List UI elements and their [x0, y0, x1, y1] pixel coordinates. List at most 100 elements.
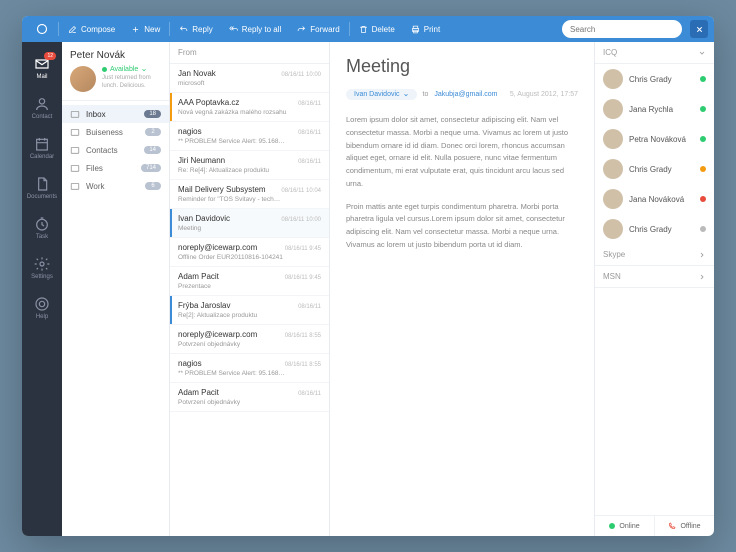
message-from: Frýba Jaroslav	[178, 301, 230, 310]
folder-buiseness[interactable]: Buiseness2	[62, 123, 169, 141]
message-item[interactable]: nagios08/16/11 8:55** PROBLEM Service Al…	[170, 354, 329, 383]
online-filter-button[interactable]: Online	[595, 516, 654, 536]
message-from: Adam Pacit	[178, 388, 219, 397]
chevron-down-icon	[403, 92, 409, 98]
forward-button[interactable]: Forward	[290, 16, 346, 42]
message-item[interactable]: Adam Pacit08/16/11Potvrzení objednávky	[170, 383, 329, 412]
message-item[interactable]: noreply@icewarp.com08/16/11 8:55Potvrzen…	[170, 325, 329, 354]
contact-item[interactable]: Chris Grady	[595, 214, 714, 244]
reply-all-button[interactable]: Reply to all	[222, 16, 289, 42]
app-logo-icon	[28, 23, 56, 35]
message-time: 08/16/11 8:55	[285, 333, 321, 339]
message-time: 08/16/11	[298, 159, 321, 165]
contact-name: Jana Nováková	[629, 195, 684, 204]
close-button[interactable]	[690, 20, 708, 38]
message-time: 08/16/11 9:45	[285, 275, 321, 281]
message-list-header: From	[170, 42, 329, 64]
folder-count: 714	[141, 164, 161, 172]
app-window: Compose New Reply Reply to all Forward D…	[22, 16, 714, 536]
message-from: Ivan Davidovic	[178, 214, 230, 223]
to-email[interactable]: Jakubja@gmail.com	[434, 91, 497, 98]
contact-item[interactable]: Chris Grady	[595, 64, 714, 94]
print-button[interactable]: Print	[404, 16, 447, 42]
folder-count: 6	[145, 182, 161, 190]
folder-work[interactable]: Work6	[62, 177, 169, 195]
rail-documents[interactable]: Documents	[22, 168, 62, 208]
message-list: From Jan Novak08/16/11 10:00microsoftAAA…	[170, 42, 330, 536]
message-body-para: Lorem ipsum dolor sit amet, consectetur …	[346, 114, 578, 191]
message-item[interactable]: Jan Novak08/16/11 10:00microsoft	[170, 64, 329, 93]
message-subject: Potvrzení objednávky	[178, 399, 321, 406]
message-item[interactable]: Ivan Davidovic08/16/11 10:00Meeting	[170, 209, 329, 238]
message-item[interactable]: nagios08/16/11** PROBLEM Service Alert: …	[170, 122, 329, 151]
status-indicator[interactable]: Available	[102, 66, 161, 73]
rail-settings[interactable]: Settings	[22, 248, 62, 288]
message-from: Adam Pacit	[178, 272, 219, 281]
message-item[interactable]: Mail Delivery Subsystem08/16/11 10:04Rem…	[170, 180, 329, 209]
contact-name: Jana Rychla	[629, 105, 673, 114]
folder-inbox[interactable]: Inbox18	[62, 105, 169, 123]
chevron-right-icon	[698, 273, 706, 281]
message-date: 5, August 2012, 17:57	[510, 91, 578, 98]
chevron-down-icon	[698, 49, 706, 57]
message-subject: Re[2]: Aktualizace produktu	[178, 312, 321, 319]
help-icon	[34, 296, 50, 312]
rail-contact[interactable]: Contact	[22, 88, 62, 128]
settings-icon	[34, 256, 50, 272]
search-input[interactable]	[562, 20, 682, 38]
folder-icon	[70, 109, 80, 119]
presence-dot	[700, 196, 706, 202]
contact-item[interactable]: Jana Nováková	[595, 184, 714, 214]
folder-icon	[70, 181, 80, 191]
rail-calendar[interactable]: Calendar	[22, 128, 62, 168]
rail-mail[interactable]: Mail12	[22, 48, 62, 88]
message-time: 08/16/11	[298, 304, 321, 310]
folder-list: Inbox18Buiseness2Contacts14Files714Work6	[62, 101, 169, 199]
folder-icon	[70, 145, 80, 155]
rail-help[interactable]: Help	[22, 288, 62, 328]
task-icon	[34, 216, 50, 232]
offline-filter-button[interactable]: Offline	[654, 516, 714, 536]
message-time: 08/16/11 10:04	[281, 188, 321, 194]
contacts-group-icq[interactable]: ICQ	[595, 42, 714, 64]
folder-files[interactable]: Files714	[62, 159, 169, 177]
message-subject: Nová vegná zakázka malého rozsahu	[178, 109, 321, 116]
message-item[interactable]: Adam Pacit 08/16/11 9:45 Prezentace	[170, 267, 329, 296]
message-subject: microsoft	[178, 80, 321, 87]
message-time: 08/16/11	[298, 101, 321, 107]
rail-task[interactable]: Task	[22, 208, 62, 248]
message-item[interactable]: noreply@icewarp.com08/16/11 9:45Offline …	[170, 238, 329, 267]
message-subject: Re: Re[4]: Aktualizace produktu	[178, 167, 321, 174]
folder-icon	[70, 127, 80, 137]
message-item[interactable]: Jiri Neumann08/16/11Re: Re[4]: Aktualiza…	[170, 151, 329, 180]
message-from: nagios	[178, 127, 202, 136]
message-subject: Prezentace	[178, 283, 321, 290]
user-card: Peter Novák Available Just returned from…	[62, 42, 169, 101]
contact-avatar	[603, 99, 623, 119]
contact-item[interactable]: Chris Grady	[595, 154, 714, 184]
chevron-right-icon	[698, 251, 706, 259]
contacts-group-skype[interactable]: Skype	[595, 244, 714, 266]
folder-contacts[interactable]: Contacts14	[62, 141, 169, 159]
presence-dot	[700, 106, 706, 112]
contact-name: Chris Grady	[629, 165, 672, 174]
message-from: AAA Poptavka.cz	[178, 98, 239, 107]
reply-button[interactable]: Reply	[172, 16, 219, 42]
delete-button[interactable]: Delete	[352, 16, 402, 42]
contact-item[interactable]: Petra Nováková	[595, 124, 714, 154]
contacts-panel: ICQ Chris Grady Jana Rychla Petra Nováková…	[594, 42, 714, 536]
contact-avatar	[603, 69, 623, 89]
contact-avatar	[603, 129, 623, 149]
message-item[interactable]: AAA Poptavka.cz 08/16/11 Nová vegná zakázk…	[170, 93, 329, 122]
message-body-para: Proin mattis ante eget turpis condimentu…	[346, 201, 578, 252]
message-subject: ** PROBLEM Service Alert: 95.168…	[178, 138, 321, 145]
folder-count: 2	[145, 128, 161, 136]
contact-item[interactable]: Jana Rychla	[595, 94, 714, 124]
user-avatar[interactable]	[70, 66, 96, 92]
folder-count: 18	[144, 110, 161, 118]
message-item[interactable]: Frýba Jaroslav 08/16/11 Re[2]: Aktualizace…	[170, 296, 329, 325]
compose-button[interactable]: Compose	[61, 16, 122, 42]
new-button[interactable]: New	[124, 16, 167, 42]
from-chip[interactable]: Ivan Davidovic	[346, 89, 417, 100]
contacts-group-msn[interactable]: MSN	[595, 266, 714, 288]
